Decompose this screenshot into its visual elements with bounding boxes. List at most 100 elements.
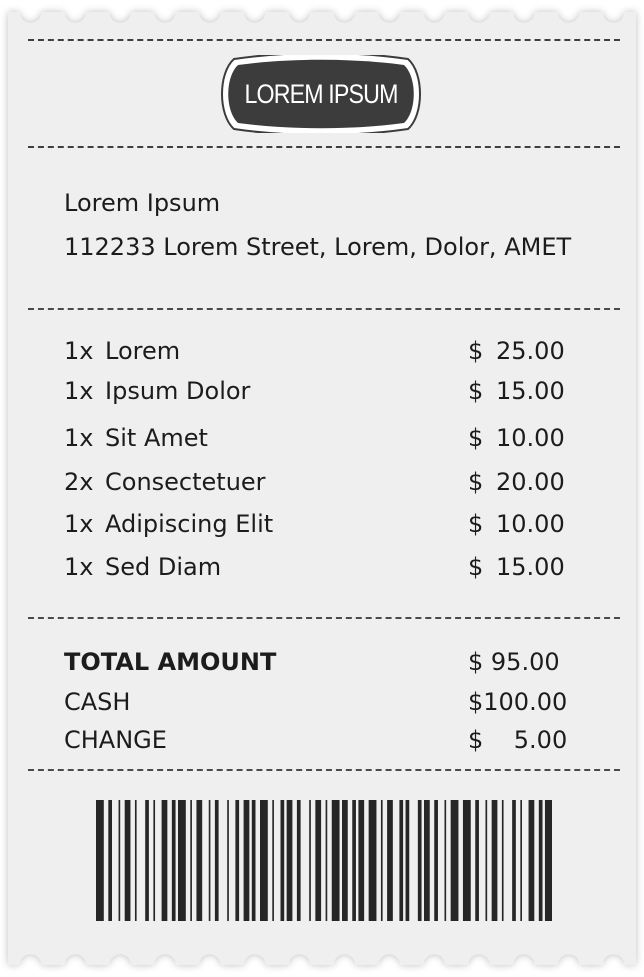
barcode-bar [368,800,377,921]
barcode-bar [352,800,356,921]
barcode-bar [227,800,229,921]
list-item: 1x Sit Amet $ 10.00 [64,423,574,453]
barcode-bar [124,800,131,921]
item-qty: 1x [64,377,94,405]
store-address: 112233 Lorem Street, Lorem, Dolor, AMET [64,233,572,261]
top-divider [28,39,620,41]
barcode-bar [358,800,365,921]
item-amount: 25.00 [496,337,565,365]
item-name: Sed Diam [105,553,222,581]
barcode-icon [96,800,552,921]
cash-label: CASH [64,688,131,716]
item-qty: 1x [64,510,94,538]
barcode-bar [272,800,274,921]
barcode-bar [342,800,348,921]
barcode-bar [118,800,121,921]
barcode-bar [161,800,168,921]
barcode-bar [520,800,522,921]
item-currency: $ [468,424,484,452]
items-divider [28,617,620,619]
item-qty: 2x [64,468,94,496]
barcode-bar [512,800,516,921]
item-qty: 1x [64,424,94,452]
item-name: Lorem [105,337,181,365]
item-currency: $ [468,510,484,538]
list-item: 1x Lorem $ 25.00 [64,336,574,366]
totals-divider [28,769,620,771]
cash-row: CASH $100.00 [64,687,574,717]
barcode-bar [491,800,498,921]
barcode-bar [286,800,293,921]
total-amount-value: $ 95.00 [468,648,560,676]
total-amount-row: TOTAL AMOUNT $ 95.00 [64,647,574,677]
barcode-bar [424,800,430,921]
barcode-bar [296,800,301,921]
address-divider [28,308,620,310]
item-currency: $ [468,377,484,405]
barcode-bar [387,800,393,921]
barcode-bar [108,800,112,921]
cash-value: $100.00 [468,688,568,716]
barcode-bar [331,800,340,921]
store-name: Lorem Ipsum [64,189,221,217]
item-name: Sit Amet [105,424,208,452]
barcode-bar [538,800,543,921]
barcode-bar [528,800,535,921]
barcode-bar [134,800,137,921]
barcode-bar [544,800,552,921]
logo-text: LOREM IPSUM [244,79,398,109]
barcode-bar [251,800,256,921]
item-amount: 15.00 [496,553,565,581]
item-qty: 1x [64,553,94,581]
barcode-bar [243,800,250,921]
barcode-bar [171,800,176,921]
barcode-bar [235,800,240,921]
barcode-bar [475,800,479,921]
change-value: $ 5.00 [468,726,568,754]
logo-badge: LOREM IPSUM [218,52,424,136]
receipt: LOREM IPSUM Lorem Ipsum 112233 Lorem Str… [0,0,644,977]
change-row: CHANGE $ 5.00 [64,725,574,755]
item-amount: 10.00 [496,424,565,452]
barcode-bar [145,800,149,921]
item-amount: 20.00 [496,468,565,496]
barcode-bar [405,800,410,921]
barcode-bar [380,800,383,921]
barcode-bar [208,800,211,921]
item-qty: 1x [64,337,94,365]
barcode-bar [309,800,311,921]
barcode-bar [96,800,104,921]
barcode-bar [399,800,404,921]
item-amount: 10.00 [496,510,565,538]
item-name: Ipsum Dolor [105,377,251,405]
barcode-bar [315,800,322,921]
list-item: 1x Adipiscing Elit $ 10.00 [64,509,574,539]
list-item: 1x Ipsum Dolor $ 15.00 [64,376,574,406]
barcode-bar [214,800,219,921]
item-amount: 15.00 [496,377,565,405]
barcode-bar [417,800,422,921]
change-label: CHANGE [64,726,167,754]
barcode-bar [190,800,192,921]
item-name: Consectetuer [105,468,266,496]
logo-divider [28,146,620,148]
total-amount-label: TOTAL AMOUNT [64,648,277,676]
barcode-bar [153,800,156,921]
barcode-bar [178,800,186,921]
item-currency: $ [468,337,484,365]
barcode-bar [444,800,447,921]
item-currency: $ [468,553,484,581]
item-currency: $ [468,468,484,496]
barcode-bar [434,800,438,921]
barcode-bar [485,800,488,921]
list-item: 2x Consectetuer $ 20.00 [64,467,574,497]
barcode-bar [450,800,459,921]
barcode-bar [260,800,268,921]
list-item: 1x Sed Diam $ 15.00 [64,552,574,582]
barcode-bar [462,800,471,921]
item-name: Adipiscing Elit [105,510,274,538]
barcode-bar [280,800,285,921]
barcode-bar [325,800,328,921]
barcode-bar [196,800,203,921]
barcode-bar [501,800,504,921]
